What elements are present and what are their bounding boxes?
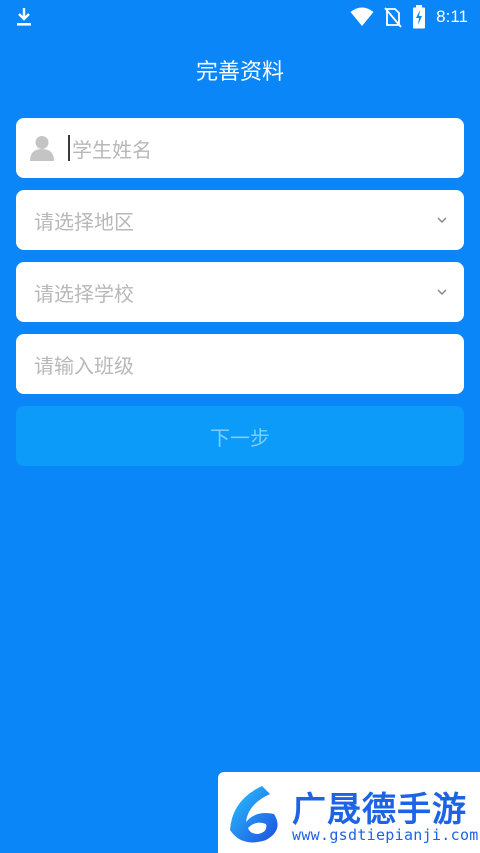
class-placeholder: 请输入班级 bbox=[34, 353, 134, 378]
battery-charging-icon bbox=[413, 5, 426, 29]
status-bar: 8:11 bbox=[0, 0, 480, 34]
region-placeholder: 请选择地区 bbox=[34, 209, 134, 234]
download-icon bbox=[17, 8, 31, 26]
region-select[interactable]: 请选择地区 bbox=[16, 190, 464, 250]
class-input[interactable]: 请输入班级 bbox=[16, 334, 464, 394]
page-title: 完善资料 bbox=[195, 60, 284, 85]
wifi-icon bbox=[350, 7, 374, 26]
user-icon bbox=[30, 136, 54, 161]
watermark-url: www.gsdtiepianji.com bbox=[292, 826, 479, 844]
chevron-down-icon bbox=[437, 217, 447, 224]
student-name-field[interactable]: 学生姓名 bbox=[16, 118, 464, 178]
watermark-badge: 广晟德手游 www.gsdtiepianji.com bbox=[218, 772, 480, 853]
no-sim-icon bbox=[384, 7, 402, 28]
watermark-name: 广晟德手游 bbox=[292, 790, 467, 830]
school-select[interactable]: 请选择学校 bbox=[16, 262, 464, 322]
student-name-placeholder: 学生姓名 bbox=[72, 137, 152, 162]
next-step-button[interactable]: 下一步 bbox=[16, 406, 464, 466]
chevron-down-icon bbox=[437, 289, 447, 296]
school-placeholder: 请选择学校 bbox=[34, 281, 134, 306]
status-icons: 8:11 bbox=[350, 5, 468, 29]
text-cursor bbox=[68, 135, 70, 161]
status-time: 8:11 bbox=[436, 7, 468, 26]
brand-logo-icon bbox=[230, 786, 278, 843]
